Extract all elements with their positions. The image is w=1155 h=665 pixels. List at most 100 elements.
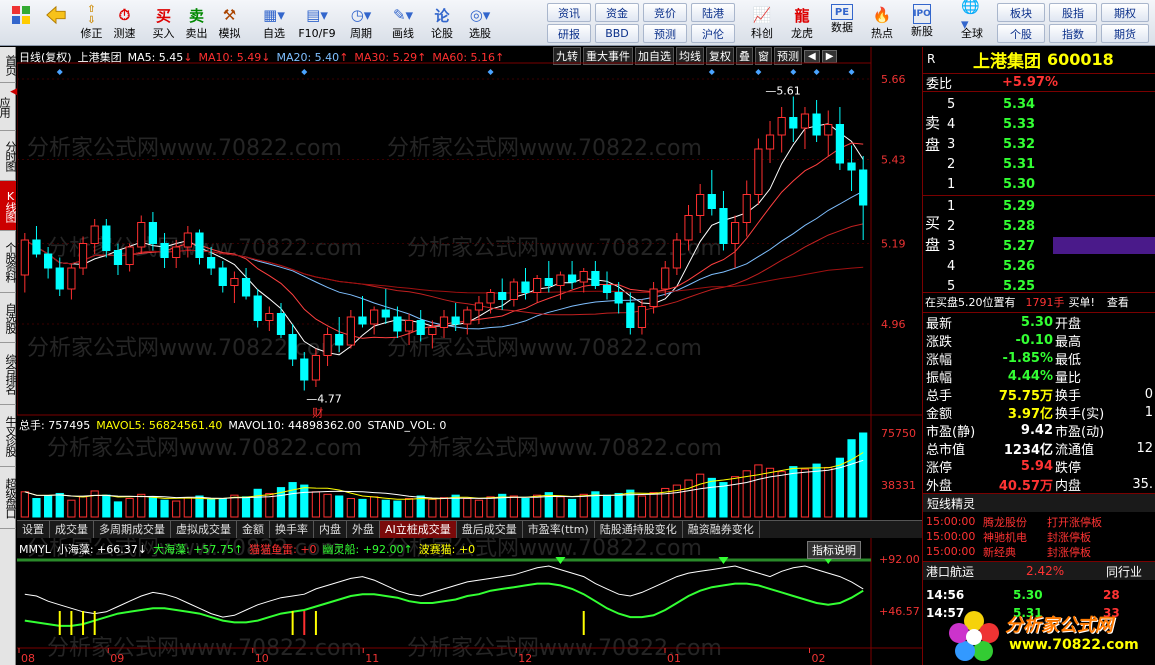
candle-body[interactable] xyxy=(649,288,658,307)
elves-row[interactable]: 15:00:00 神驰机电 封涨停板 xyxy=(923,529,1155,544)
candle-body[interactable] xyxy=(696,194,705,216)
buy-button[interactable]: 买 买入 xyxy=(147,2,180,44)
candle-body[interactable] xyxy=(183,232,192,248)
big-order-view-link[interactable]: 查看 xyxy=(1107,294,1129,310)
auction-button[interactable]: 竞价 xyxy=(643,3,687,22)
bbd-button[interactable]: BBD xyxy=(595,24,639,43)
sector-link[interactable]: 同行业 xyxy=(1106,563,1142,580)
globe-button[interactable]: 🌐▾ 全球 xyxy=(952,0,992,44)
event-marker-icon[interactable] xyxy=(301,69,308,75)
candle-body[interactable] xyxy=(218,267,227,286)
indicator-tab[interactable]: 换手率 xyxy=(270,521,314,538)
hot-button[interactable]: 🔥 热点 xyxy=(862,2,902,44)
candle-body[interactable] xyxy=(125,246,134,265)
big-order-alert[interactable]: 在买盘5.20位置有 1791手 买单! 查看 xyxy=(923,292,1155,311)
candle-body[interactable] xyxy=(335,334,344,346)
draw-button[interactable]: ✎▾ 画线 xyxy=(382,2,424,44)
candle-body[interactable] xyxy=(265,313,274,321)
order-book-row[interactable]: 5 5.34 xyxy=(943,94,1153,114)
f10-button[interactable]: ▤▾ F10/F9 xyxy=(294,2,340,44)
indicator-tab[interactable]: 金额 xyxy=(237,521,270,538)
candle-body[interactable] xyxy=(323,334,332,356)
candle-body[interactable] xyxy=(113,250,123,265)
sidebar-item-ranking[interactable]: 综合排名 xyxy=(0,343,17,405)
candle-body[interactable] xyxy=(509,281,518,300)
event-marker-icon[interactable] xyxy=(790,69,797,75)
candle-body[interactable] xyxy=(556,274,565,286)
period-button[interactable]: ◷▾ 周期 xyxy=(340,2,382,44)
discuss-button[interactable]: 论 论股 xyxy=(424,2,460,44)
candle-body[interactable] xyxy=(288,334,297,360)
candle-body[interactable] xyxy=(451,316,460,325)
candle-body[interactable] xyxy=(672,239,681,269)
candle-body[interactable] xyxy=(835,124,845,164)
candle-body[interactable] xyxy=(521,281,530,293)
candle-body[interactable] xyxy=(626,302,635,328)
event-marker-icon[interactable] xyxy=(708,69,715,75)
dragon-button[interactable]: 龍 龙虎 xyxy=(782,2,822,44)
index-futures-button[interactable]: 股指 xyxy=(1049,3,1097,22)
candle-body[interactable] xyxy=(474,302,484,311)
candle-body[interactable] xyxy=(428,327,437,335)
sidebar-item-orderbook[interactable]: 超级盘口 xyxy=(0,467,17,529)
menu-button[interactable] xyxy=(4,2,37,44)
candle-body[interactable] xyxy=(102,225,111,251)
candle-body[interactable] xyxy=(346,316,355,346)
fund-button[interactable]: 资金 xyxy=(595,3,639,22)
candle-body[interactable] xyxy=(684,215,693,241)
stock-button[interactable]: 个股 xyxy=(997,24,1045,43)
order-book-row[interactable]: 3 5.32 xyxy=(943,134,1153,154)
candle-body[interactable] xyxy=(800,113,810,129)
indicator-tab[interactable]: AI立桩成交量 xyxy=(380,521,457,538)
data-button[interactable]: PE 数据 xyxy=(822,2,862,44)
kechuang-button[interactable]: 📈 科创 xyxy=(742,2,782,44)
candle-body[interactable] xyxy=(20,239,29,276)
indicator-tab[interactable]: 内盘 xyxy=(314,521,347,538)
indicator-tab[interactable]: 陆股通持股变化 xyxy=(595,521,683,538)
candle-body[interactable] xyxy=(358,316,367,325)
candle-body[interactable] xyxy=(300,358,309,381)
news-button[interactable]: 资讯 xyxy=(547,3,591,22)
futures-button[interactable]: 期货 xyxy=(1101,24,1149,43)
chart-svg[interactable]: 分析家公式网www.70822.com 分析家公式网www.70822.com 分析… xyxy=(17,47,922,665)
order-book-row[interactable]: 1 5.29 xyxy=(943,196,1153,216)
speed-button[interactable]: ⏱ 测速 xyxy=(108,2,141,44)
sidebar-item-timeshare[interactable]: 分时图 xyxy=(0,131,17,181)
candle-body[interactable] xyxy=(207,257,216,269)
candle-body[interactable] xyxy=(137,222,146,248)
candle-body[interactable] xyxy=(67,267,76,290)
candle-body[interactable] xyxy=(847,162,856,171)
candle-body[interactable] xyxy=(463,309,472,325)
candle-body[interactable] xyxy=(404,320,414,332)
event-marker-icon[interactable] xyxy=(56,69,63,75)
indicator-tab[interactable]: 虚拟成交量 xyxy=(171,521,237,538)
back-button[interactable] xyxy=(37,2,75,44)
hk-connect-button[interactable]: 陆港 xyxy=(691,3,735,22)
candle-body[interactable] xyxy=(195,232,204,258)
indicator-tab[interactable]: 外盘 xyxy=(347,521,380,538)
order-book-row[interactable]: 2 5.28 xyxy=(943,216,1153,236)
pick-button[interactable]: ◎▾ 选股 xyxy=(460,2,500,44)
forecast-button[interactable]: 预测 xyxy=(643,24,687,43)
candle-body[interactable] xyxy=(544,278,553,286)
candle-body[interactable] xyxy=(812,113,821,136)
event-marker-icon[interactable] xyxy=(848,69,855,75)
sidebar-item-watchlist[interactable]: 自选股 xyxy=(0,293,17,343)
candle-body[interactable] xyxy=(172,246,181,258)
candle-body[interactable] xyxy=(765,134,775,150)
event-marker-icon[interactable] xyxy=(487,69,494,75)
candle-body[interactable] xyxy=(78,243,88,269)
candle-body[interactable] xyxy=(754,148,763,195)
sector-row[interactable]: 港口航运 2.42% 同行业 xyxy=(923,561,1155,580)
candle-body[interactable] xyxy=(253,295,262,321)
candle-body[interactable] xyxy=(416,320,425,335)
candle-body[interactable] xyxy=(44,253,53,269)
candle-body[interactable] xyxy=(498,292,507,300)
candle-body[interactable] xyxy=(742,194,751,223)
candle-body[interactable] xyxy=(439,316,449,328)
candle-body[interactable] xyxy=(614,292,623,304)
candle-body[interactable] xyxy=(567,274,577,283)
candle-body[interactable] xyxy=(533,278,542,293)
candle-body[interactable] xyxy=(241,278,251,297)
candle-body[interactable] xyxy=(160,243,169,258)
